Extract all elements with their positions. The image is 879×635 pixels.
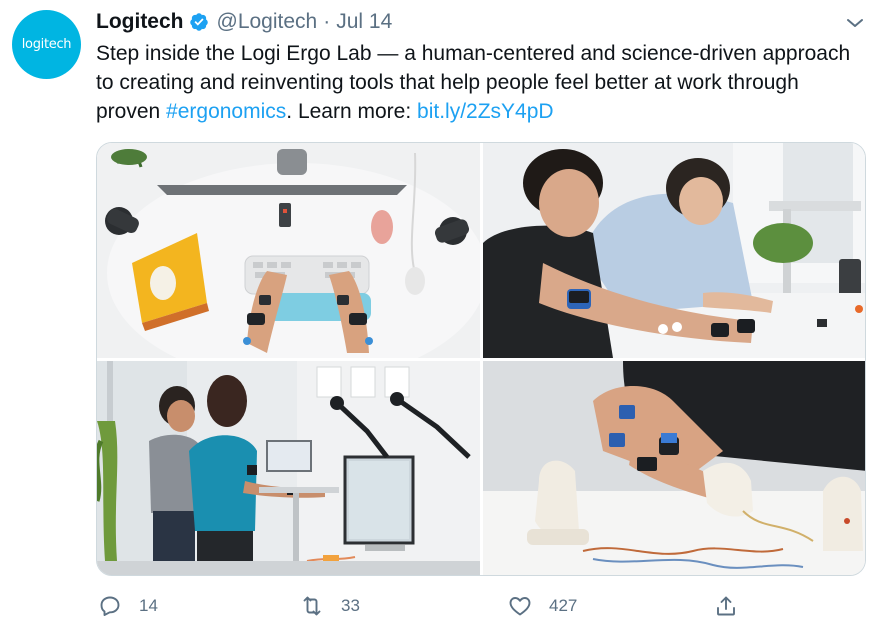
- author-name[interactable]: Logitech: [96, 10, 184, 34]
- author-handle[interactable]: @Logitech: [217, 10, 318, 34]
- reply-button[interactable]: 14: [98, 594, 158, 618]
- retweet-button[interactable]: 33: [300, 594, 360, 618]
- lab-standing-desk-photo[interactable]: [97, 361, 480, 575]
- arm-sensor-testing-photo[interactable]: [483, 143, 865, 358]
- tweet-text: Step inside the Logi Ergo Lab — a human-…: [96, 39, 856, 126]
- chevron-down-icon[interactable]: [843, 11, 867, 35]
- avatar[interactable]: logitech: [12, 10, 81, 79]
- share-button[interactable]: [714, 594, 738, 618]
- like-icon: [509, 597, 531, 616]
- tweet-text-mid: . Learn more:: [286, 100, 418, 123]
- retweet-count: 33: [341, 596, 360, 615]
- url-link[interactable]: bit.ly/2ZsY4pD: [417, 100, 554, 123]
- like-count: 427: [549, 596, 578, 615]
- vertical-mouse-sensor-photo[interactable]: [483, 361, 865, 575]
- tweet-header: Logitech @Logitech · Jul 14: [96, 9, 392, 35]
- header-separator: ·: [323, 10, 331, 33]
- hashtag-link[interactable]: #ergonomics: [166, 100, 286, 123]
- verified-badge-icon: [189, 12, 209, 32]
- avatar-logo-text: logitech: [21, 37, 72, 52]
- like-button[interactable]: 427: [508, 594, 577, 618]
- retweet-icon: [303, 596, 321, 616]
- reply-icon: [100, 596, 120, 616]
- media-grid: [96, 142, 866, 576]
- share-icon: [717, 596, 735, 616]
- reply-count: 14: [139, 596, 158, 615]
- tweet-actions: 14 33 427: [96, 594, 756, 622]
- ergonomic-keyboard-setup-photo[interactable]: [97, 143, 480, 358]
- tweet-date[interactable]: Jul 14: [336, 10, 392, 34]
